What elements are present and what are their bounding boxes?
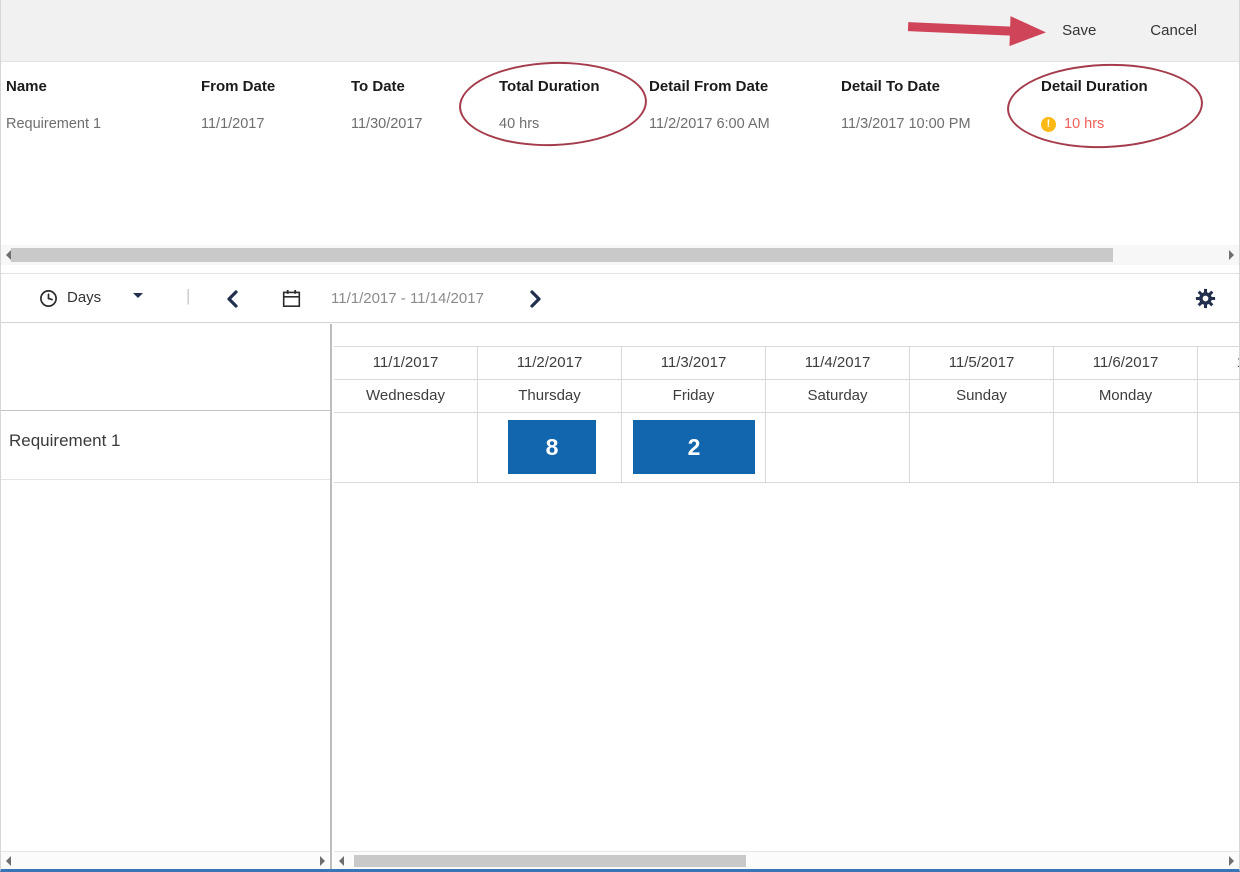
calendar-columns: 11/1/2017 11/2/2017 11/3/2017 11/4/2017 … (334, 346, 1239, 483)
cell-detail-from-date: 11/2/2017 6:00 AM (649, 116, 841, 132)
column-header-to-date: To Date (351, 78, 499, 95)
column-header-name: Name (6, 78, 201, 95)
column-header-detail-duration: Detail Duration (1041, 78, 1239, 95)
save-button[interactable]: Save (1062, 22, 1096, 39)
column-header-detail-to-date: Detail To Date (841, 78, 1041, 95)
scroll-left-arrow-icon[interactable] (6, 856, 11, 866)
scrollbar-thumb[interactable] (354, 855, 746, 867)
calendar-horizontal-scrollbar[interactable] (334, 851, 1239, 869)
weekday-header: Thursday (478, 380, 622, 412)
weekday-header: Monday (1054, 380, 1198, 412)
scroll-right-arrow-icon[interactable] (1229, 250, 1234, 260)
resource-panel-scrollbar[interactable] (1, 851, 330, 869)
scroll-right-arrow-icon[interactable] (1229, 856, 1234, 866)
schedule-cell[interactable] (910, 413, 1054, 482)
schedule-cell[interactable]: 8 (478, 413, 622, 482)
chevron-down-icon (133, 293, 143, 303)
schedule-cell[interactable] (334, 413, 478, 482)
timescale-label: Days (67, 289, 101, 306)
date-header: 11/1/2017 (334, 347, 478, 379)
detail-duration-value: 10 hrs (1064, 116, 1104, 132)
clock-icon (39, 289, 58, 313)
booking-block-thursday[interactable]: 8 (508, 420, 596, 474)
date-header: 11/2/2017 (478, 347, 622, 379)
scroll-left-arrow-icon[interactable] (339, 856, 344, 866)
weekday-header: Sunday (910, 380, 1054, 412)
weekday-header-row: Wednesday Thursday Friday Saturday Sunda… (334, 380, 1239, 413)
cell-to-date: 11/30/2017 (351, 116, 499, 132)
date-header: 11/4/2017 (766, 347, 910, 379)
scroll-right-arrow-icon[interactable] (320, 856, 325, 866)
weekday-header: Tuesday (1198, 380, 1239, 412)
column-header-from-date: From Date (201, 78, 351, 95)
schedule-cell[interactable] (1198, 413, 1239, 482)
timeline-toolbar: Days | 11/1/2017 - 11/14/2017 (1, 273, 1239, 323)
cell-detail-duration: 10 hrs (1041, 116, 1239, 132)
annotation-ellipse-detail-duration (1006, 61, 1205, 152)
calendar-grid: 11/1/2017 11/2/2017 11/3/2017 11/4/2017 … (334, 324, 1239, 869)
date-header-row: 11/1/2017 11/2/2017 11/3/2017 11/4/2017 … (334, 346, 1239, 380)
weekday-header: Saturday (766, 380, 910, 412)
gear-icon[interactable] (1194, 287, 1217, 315)
schedule-cell[interactable]: 2 (622, 413, 766, 482)
cell-name: Requirement 1 (6, 116, 201, 132)
cell-from-date: 11/1/2017 (201, 116, 351, 132)
scrollbar-thumb[interactable] (11, 248, 1113, 262)
grid-header: Name From Date To Date Total Duration De… (1, 78, 1239, 95)
date-header: 11/6/2017 (1054, 347, 1198, 379)
warning-icon (1041, 117, 1056, 132)
timescale-dropdown[interactable]: Days (67, 289, 143, 306)
scheduling-window: Save Cancel Name From Date To Date Total… (0, 0, 1240, 872)
weekday-header: Wednesday (334, 380, 478, 412)
grid-horizontal-scrollbar[interactable] (1, 245, 1239, 265)
toolbar-separator: | (186, 286, 190, 306)
top-toolbar: Save Cancel (1, 0, 1239, 62)
cell-detail-to-date: 11/3/2017 10:00 PM (841, 116, 1041, 132)
schedule-row: 8 2 (334, 413, 1239, 483)
booking-block-friday[interactable]: 2 (633, 420, 755, 474)
date-header: 11/7/2017 (1198, 347, 1239, 379)
calendar-icon[interactable] (282, 289, 301, 313)
date-range-label: 11/1/2017 - 11/14/2017 (331, 290, 484, 307)
date-header: 11/3/2017 (622, 347, 766, 379)
previous-period-button[interactable] (225, 290, 240, 313)
resource-row-requirement-1[interactable]: Requirement 1 (1, 410, 330, 480)
column-header-detail-from-date: Detail From Date (649, 78, 841, 95)
column-header-total-duration: Total Duration (499, 78, 649, 95)
cell-total-duration: 40 hrs (499, 116, 649, 132)
requirement-row[interactable]: Requirement 1 11/1/2017 11/30/2017 40 hr… (1, 116, 1239, 132)
annotation-ellipse-total-duration (458, 59, 649, 150)
resource-panel: Requirement 1 (1, 324, 332, 869)
date-header: 11/5/2017 (910, 347, 1054, 379)
weekday-header: Friday (622, 380, 766, 412)
schedule-cell[interactable] (766, 413, 910, 482)
schedule-cell[interactable] (1054, 413, 1198, 482)
next-period-button[interactable] (528, 290, 543, 313)
cancel-button[interactable]: Cancel (1150, 22, 1197, 39)
